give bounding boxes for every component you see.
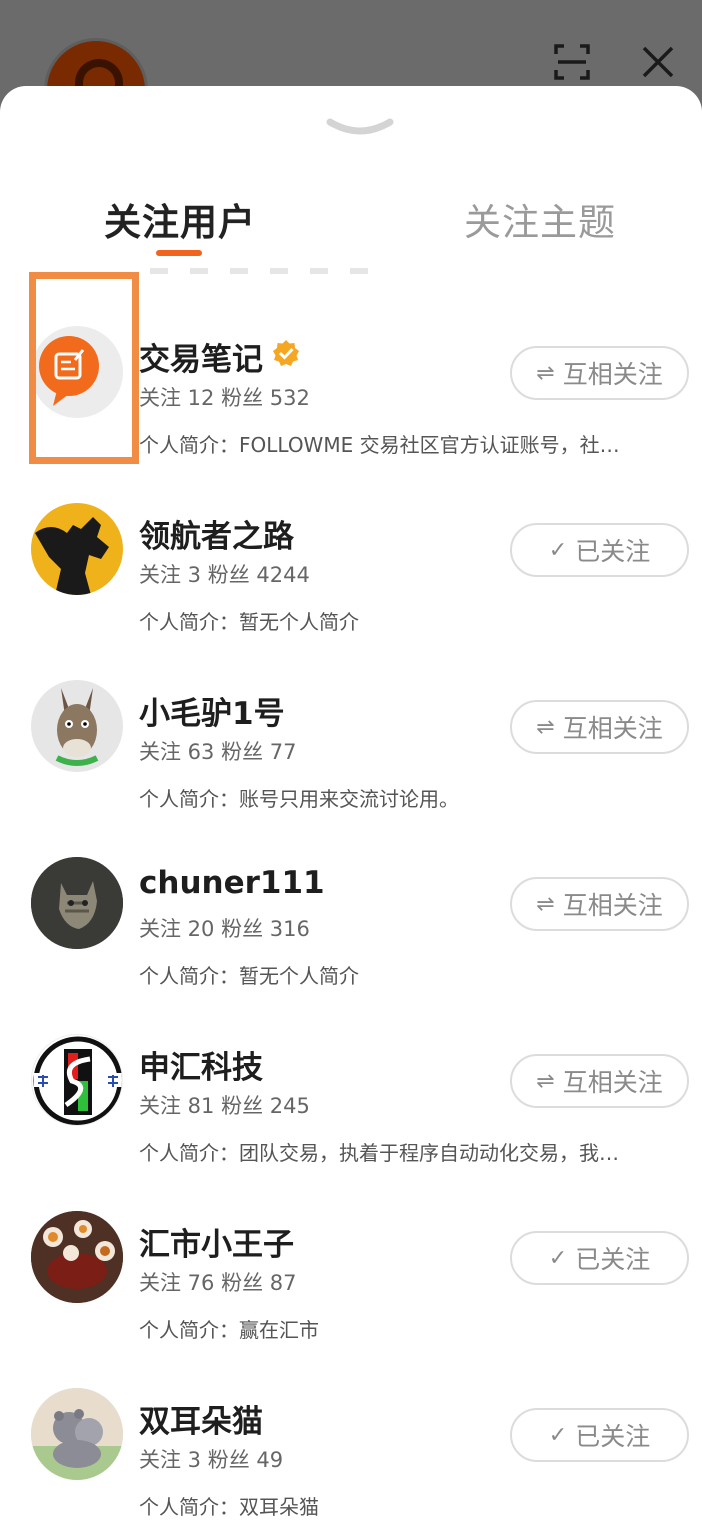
check-icon: ✓: [548, 1422, 568, 1448]
check-icon: ✓: [548, 537, 568, 563]
follow-button-label: 已关注: [575, 1422, 651, 1451]
follow-stats: 关注 3 粉丝 4244: [139, 563, 310, 587]
swap-arrows-icon: ⇌: [536, 714, 555, 740]
follow-stats: 关注 20 粉丝 316: [139, 917, 310, 941]
list-item[interactable]: 小毛驴1号 关注 63 粉丝 77 个人简介：账号只用来交流讨论用。 ⇌ 互相关…: [0, 618, 702, 811]
follow-stats: 关注 63 粉丝 77: [139, 740, 297, 764]
following-button[interactable]: ✓ 已关注: [510, 523, 689, 577]
swap-arrows-icon: ⇌: [536, 1068, 555, 1094]
check-icon: ✓: [548, 1245, 568, 1271]
swap-arrows-icon: ⇌: [536, 360, 555, 386]
list-item[interactable]: 申汇科技 关注 81 粉丝 245 个人简介：团队交易，执着于程序自动动化交易，…: [0, 972, 702, 1165]
user-name[interactable]: 申汇科技: [139, 1042, 263, 1087]
following-button[interactable]: ✓ 已关注: [510, 1408, 689, 1462]
follow-stats: 关注 3 粉丝 49: [139, 1448, 284, 1472]
avatar[interactable]: [31, 680, 123, 772]
active-tab-indicator: [156, 250, 202, 256]
follow-button-label: 互相关注: [562, 714, 663, 743]
user-bio: 个人简介：双耳朵猫: [139, 1495, 319, 1519]
follow-button-label: 互相关注: [562, 891, 663, 920]
tab-bar: 关注用户 关注主题: [0, 182, 702, 262]
scan-icon[interactable]: [550, 40, 594, 84]
avatar[interactable]: [31, 857, 123, 949]
user-name[interactable]: 交易笔记: [139, 334, 301, 379]
mutual-follow-button[interactable]: ⇌ 互相关注: [510, 700, 689, 754]
avatar[interactable]: [31, 1211, 123, 1303]
avatar[interactable]: [31, 1034, 123, 1126]
follow-button-label: 已关注: [575, 537, 651, 566]
follow-stats: 关注 12 粉丝 532: [139, 386, 310, 410]
follow-stats: 关注 81 粉丝 245: [139, 1094, 310, 1118]
verified-badge-icon: [271, 338, 301, 376]
swap-arrows-icon: ⇌: [536, 891, 555, 917]
user-name[interactable]: 汇市小王子: [139, 1219, 294, 1264]
list-item[interactable]: 领航者之路 关注 3 粉丝 4244 个人简介：暂无个人简介 ✓ 已关注: [0, 441, 702, 634]
following-button[interactable]: ✓ 已关注: [510, 1231, 689, 1285]
user-name[interactable]: 小毛驴1号: [139, 688, 285, 733]
mutual-follow-button[interactable]: ⇌ 互相关注: [510, 1054, 689, 1108]
list-item[interactable]: 双耳朵猫 关注 3 粉丝 49 个人简介：双耳朵猫 ✓ 已关注: [0, 1326, 702, 1519]
user-name[interactable]: chuner111: [139, 865, 325, 901]
close-icon[interactable]: [636, 40, 680, 84]
follow-button-label: 互相关注: [562, 360, 663, 389]
follow-button-label: 互相关注: [562, 1068, 663, 1097]
avatar[interactable]: [31, 1388, 123, 1480]
list-item[interactable]: 汇市小王子 关注 76 粉丝 87 个人简介：赢在汇市 ✓ 已关注: [0, 1149, 702, 1342]
user-name[interactable]: 双耳朵猫: [139, 1396, 263, 1441]
list-item[interactable]: chuner111 关注 20 粉丝 316 个人简介：暂无个人简介 ⇌ 互相关…: [0, 795, 702, 988]
mutual-follow-button[interactable]: ⇌ 互相关注: [510, 877, 689, 931]
follow-button-label: 已关注: [575, 1245, 651, 1274]
avatar[interactable]: [31, 503, 123, 595]
tab-following-topics[interactable]: 关注主题: [464, 192, 616, 246]
user-name[interactable]: 领航者之路: [139, 511, 294, 556]
sheet-handle-chevron-icon[interactable]: [326, 116, 394, 142]
tab-following-users[interactable]: 关注用户: [104, 192, 256, 246]
highlight-box: [29, 272, 139, 464]
mutual-follow-button[interactable]: ⇌ 互相关注: [510, 346, 689, 400]
follow-stats: 关注 76 粉丝 87: [139, 1271, 297, 1295]
